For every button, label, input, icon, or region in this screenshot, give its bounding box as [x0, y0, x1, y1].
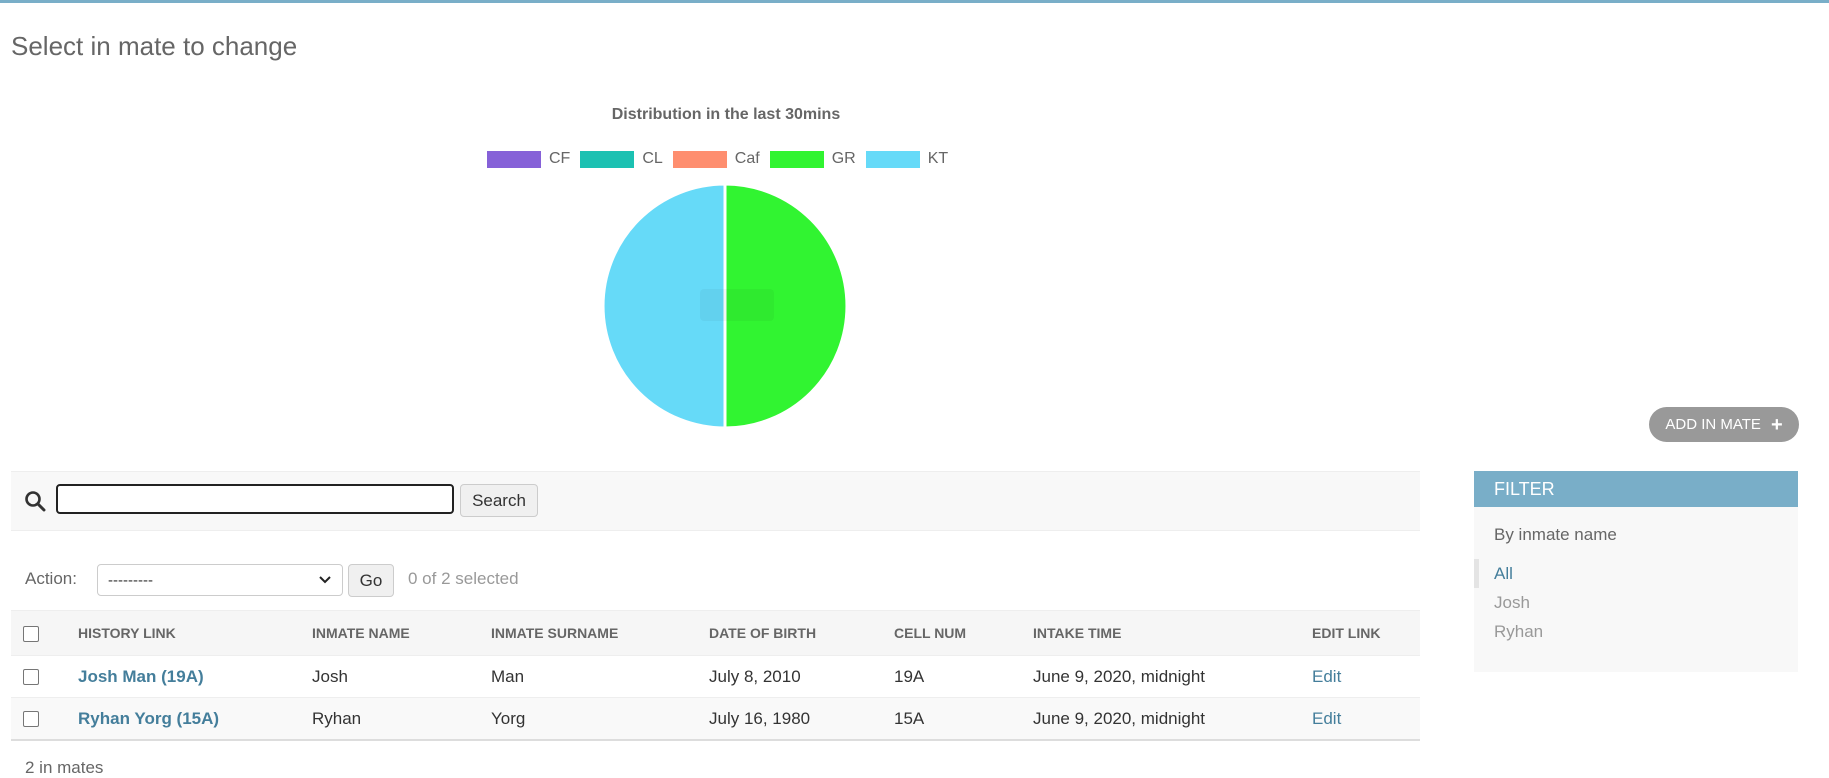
legend-item-cf[interactable]: CF: [487, 150, 570, 168]
inmate-surname-cell: Man: [491, 655, 709, 698]
select-all-cell: [11, 610, 78, 656]
filter-item-josh[interactable]: Josh: [1474, 588, 1798, 617]
column-header-intake-time[interactable]: INTAKE TIME: [1033, 610, 1312, 656]
legend-swatch: [487, 150, 541, 168]
history-link[interactable]: Josh Man (19A): [78, 667, 204, 686]
legend-swatch: [769, 150, 824, 168]
filter-title: FILTER: [1474, 471, 1798, 507]
edit-link-cell: Edit: [1312, 655, 1420, 698]
edit-link[interactable]: Edit: [1312, 709, 1341, 728]
add-inmate-button[interactable]: ADD IN MATE +: [1649, 407, 1799, 442]
filter-list: All Josh Ryhan: [1474, 559, 1798, 646]
search-icon: [25, 491, 46, 512]
cell-num-cell: 19A: [894, 655, 1033, 698]
legend-label: CF: [549, 150, 571, 167]
column-header-edit-link: EDIT LINK: [1312, 610, 1420, 656]
column-header-inmate-surname[interactable]: INMATE SURNAME: [491, 610, 709, 656]
legend-label: CL: [642, 150, 663, 167]
date-of-birth-cell: July 8, 2010: [709, 655, 894, 698]
selection-counter: 0 of 2 selected: [408, 569, 519, 588]
legend-swatch: [580, 150, 635, 168]
inmate-name-cell: Ryhan: [312, 697, 491, 741]
search-input[interactable]: [56, 484, 454, 514]
cell-num-cell: 15A: [894, 697, 1033, 741]
add-inmate-button-label: ADD IN MATE: [1665, 416, 1761, 433]
results-table: HISTORY LINK INMATE NAME INMATE SURNAME …: [11, 610, 1420, 741]
search-toolbar: Search: [11, 471, 1420, 531]
inmate-surname-cell: Yorg: [491, 697, 709, 741]
edit-link-cell: Edit: [1312, 697, 1420, 741]
legend-item-cl[interactable]: CL: [580, 150, 663, 168]
table-header-row: HISTORY LINK INMATE NAME INMATE SURNAME …: [11, 610, 1420, 656]
row-checkbox-cell: [11, 697, 78, 741]
action-select-value: ---------: [108, 571, 153, 589]
search-button[interactable]: Search: [460, 484, 538, 517]
row-checkbox-cell: [11, 655, 78, 698]
edit-link[interactable]: Edit: [1312, 667, 1341, 686]
table-row: Ryhan Yorg (15A) Ryhan Yorg July 16, 198…: [11, 697, 1420, 741]
legend-item-gr[interactable]: GR: [769, 150, 856, 168]
go-button[interactable]: Go: [348, 564, 394, 597]
legend-item-kt[interactable]: KT: [865, 150, 949, 168]
intake-time-cell: June 9, 2020, midnight: [1033, 655, 1312, 698]
history-link[interactable]: Ryhan Yorg (15A): [78, 709, 219, 728]
legend-label: GR: [831, 150, 856, 167]
history-link-cell: Ryhan Yorg (15A): [78, 697, 312, 741]
table-row: Josh Man (19A) Josh Man July 8, 2010 19A…: [11, 655, 1420, 698]
filter-item-ryhan[interactable]: Ryhan: [1474, 617, 1798, 646]
column-header-history-link[interactable]: HISTORY LINK: [78, 610, 312, 656]
action-select[interactable]: ---------: [97, 564, 343, 596]
legend-item-caf[interactable]: Caf: [672, 150, 760, 168]
action-label: Action:: [25, 569, 77, 588]
date-of-birth-cell: July 16, 1980: [709, 697, 894, 741]
select-all-checkbox[interactable]: [23, 625, 39, 642]
intake-time-cell: June 9, 2020, midnight: [1033, 697, 1312, 741]
column-header-date-of-birth[interactable]: DATE OF BIRTH: [709, 610, 894, 656]
filter-panel: FILTER By inmate name All Josh Ryhan: [1474, 471, 1798, 672]
result-count: 2 in mates: [25, 758, 104, 777]
filter-item-all[interactable]: All: [1474, 559, 1798, 588]
inmate-name-cell: Josh: [312, 655, 491, 698]
chart-tooltip-ghost: [700, 289, 774, 321]
legend-label: KT: [927, 150, 949, 167]
filter-subtitle: By inmate name: [1494, 525, 1617, 544]
row-checkbox[interactable]: [23, 669, 39, 686]
legend-swatch: [865, 150, 920, 168]
chevron-down-icon: [319, 576, 331, 584]
legend-label: Caf: [734, 150, 760, 167]
chart-title: Distribution in the last 30mins: [611, 106, 841, 123]
page-title: Select in mate to change: [11, 31, 298, 61]
chart-legend: CF CL Caf GR KT: [487, 150, 958, 168]
history-link-cell: Josh Man (19A): [78, 655, 312, 698]
column-header-cell-num[interactable]: CELL NUM: [894, 610, 1033, 656]
legend-swatch: [672, 150, 727, 168]
column-header-inmate-name[interactable]: INMATE NAME: [312, 610, 491, 656]
plus-icon: +: [1770, 413, 1783, 436]
row-checkbox[interactable]: [23, 711, 39, 728]
